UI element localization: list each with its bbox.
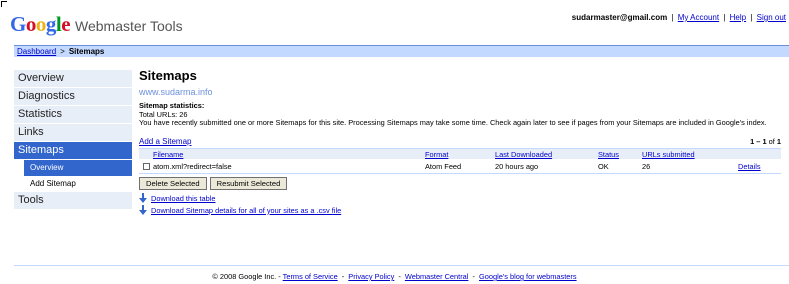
pagination-info: 1 – 1 of 1 [750, 136, 781, 148]
column-header-filename: Filename [151, 147, 423, 160]
column-header-status: Status [596, 147, 640, 160]
column-header-last-downloaded: Last Downloaded [493, 147, 596, 160]
separator: - [472, 272, 475, 281]
sidebar-item-overview[interactable]: Overview [14, 70, 132, 87]
details-column-header [736, 147, 781, 160]
separator: | [750, 13, 753, 22]
download-csv-row: Download Sitemap details for all of your… [139, 205, 787, 216]
sign-out-link[interactable]: Sign out [757, 13, 786, 22]
select-column-header [139, 147, 151, 160]
row-checkbox[interactable] [143, 163, 150, 171]
sidebar-subitem-add-sitemap[interactable]: Add Sitemap [24, 176, 132, 192]
table-toolbar: Add a Sitemap 1 – 1 of 1 [139, 136, 787, 148]
urls-submitted-cell: 26 [640, 159, 736, 174]
breadcrumb-dashboard-link[interactable]: Dashboard [17, 47, 56, 56]
download-table-row: Download this table [139, 193, 787, 204]
privacy-policy-link[interactable]: Privacy Policy [348, 272, 394, 281]
sort-filename-link[interactable]: Filename [153, 150, 183, 159]
sort-last-downloaded-link[interactable]: Last Downloaded [495, 150, 552, 159]
separator: | [671, 13, 674, 22]
download-table-link[interactable]: Download this table [151, 193, 216, 204]
resubmit-selected-button[interactable]: Resubmit Selected [209, 176, 288, 190]
download-arrow-icon [139, 193, 147, 204]
logo-letter: o [25, 12, 37, 36]
sort-format-link[interactable]: Format [425, 150, 448, 159]
logo-letter: G [10, 12, 26, 36]
user-email: sudarmaster@gmail.com [571, 13, 668, 22]
logo-letter: o [35, 12, 47, 36]
logo-letter: e [61, 12, 71, 36]
pager-total: 1 [776, 136, 781, 146]
sidebar-item-statistics[interactable]: Statistics [14, 106, 132, 123]
breadcrumb: Dashboard > Sitemaps [14, 45, 789, 57]
filename-cell: atom.xml?redirect=false [151, 159, 423, 174]
download-csv-link[interactable]: Download Sitemap details for all of your… [151, 205, 341, 216]
footer-divider [14, 265, 789, 266]
add-sitemap-link[interactable]: Add a Sitemap [139, 137, 191, 146]
format-cell: Atom Feed [423, 159, 493, 174]
header: Google Webmaster Tools sudarmaster@gmail… [0, 0, 789, 42]
separator: | [723, 13, 726, 22]
sidebar-subitem-overview[interactable]: Overview [24, 160, 132, 176]
download-arrow-icon [139, 205, 147, 216]
sitemap-statistics: Sitemap statistics: Total URLs: 26 You h… [139, 101, 787, 128]
breadcrumb-separator: > [60, 47, 65, 56]
last-downloaded-cell: 20 hours ago [493, 159, 596, 174]
column-header-urls-submitted: URLs submitted [640, 147, 736, 160]
separator: - [398, 272, 401, 281]
site-url: www.sudarma.info [139, 87, 213, 97]
logo-letter: g [45, 12, 57, 36]
copyright: © 2008 Google Inc. - [212, 272, 281, 281]
stats-label: Sitemap statistics: [139, 101, 205, 110]
page-title: Sitemaps [139, 68, 197, 83]
select-cell [139, 159, 151, 174]
webmaster-central-link[interactable]: Webmaster Central [405, 272, 469, 281]
sort-urls-submitted-link[interactable]: URLs submitted [642, 150, 695, 159]
delete-selected-button[interactable]: Delete Selected [139, 176, 207, 190]
details-cell: Details [736, 159, 781, 174]
main-content: Sitemaps www.sudarma.info Sitemap statis… [139, 68, 787, 216]
separator: - [341, 272, 345, 281]
sidebar-item-diagnostics[interactable]: Diagnostics [14, 88, 132, 105]
google-wordmark: Google [10, 12, 71, 36]
column-header-format: Format [423, 147, 493, 160]
breadcrumb-current: Sitemaps [68, 47, 105, 56]
sidebar-item-tools[interactable]: Tools [14, 192, 132, 209]
sidebar-nav: Overview Diagnostics Statistics Links Si… [14, 70, 132, 210]
sort-status-link[interactable]: Status [598, 150, 619, 159]
table-row: atom.xml?redirect=false Atom Feed 20 hou… [139, 159, 781, 174]
corner-mark [1, 1, 7, 7]
sidebar-item-sitemaps[interactable]: Sitemaps [14, 142, 132, 159]
pager-of: of [768, 136, 775, 146]
table-header-row: Filename Format Last Downloaded Status U… [139, 147, 781, 160]
pager-range: 1 – 1 [750, 136, 767, 146]
help-link[interactable]: Help [730, 13, 746, 22]
account-bar: sudarmaster@gmail.com | My Account | Hel… [572, 13, 786, 22]
my-account-link[interactable]: My Account [678, 13, 719, 22]
webmaster-blog-link[interactable]: Google's blog for webmasters [479, 272, 577, 281]
status-cell: OK [596, 159, 640, 174]
details-link[interactable]: Details [738, 162, 761, 171]
processing-notice: You have recently submitted one or more … [139, 118, 767, 128]
sidebar-item-links[interactable]: Links [14, 124, 132, 141]
table-actions: Delete Selected Resubmit Selected [139, 176, 787, 190]
google-webmaster-tools-logo[interactable]: Google Webmaster Tools [10, 14, 183, 35]
terms-of-service-link[interactable]: Terms of Service [283, 272, 338, 281]
footer: © 2008 Google Inc. - Terms of Service - … [0, 272, 789, 281]
sitemaps-table: Filename Format Last Downloaded Status U… [139, 147, 781, 174]
product-name: Webmaster Tools [75, 18, 183, 34]
